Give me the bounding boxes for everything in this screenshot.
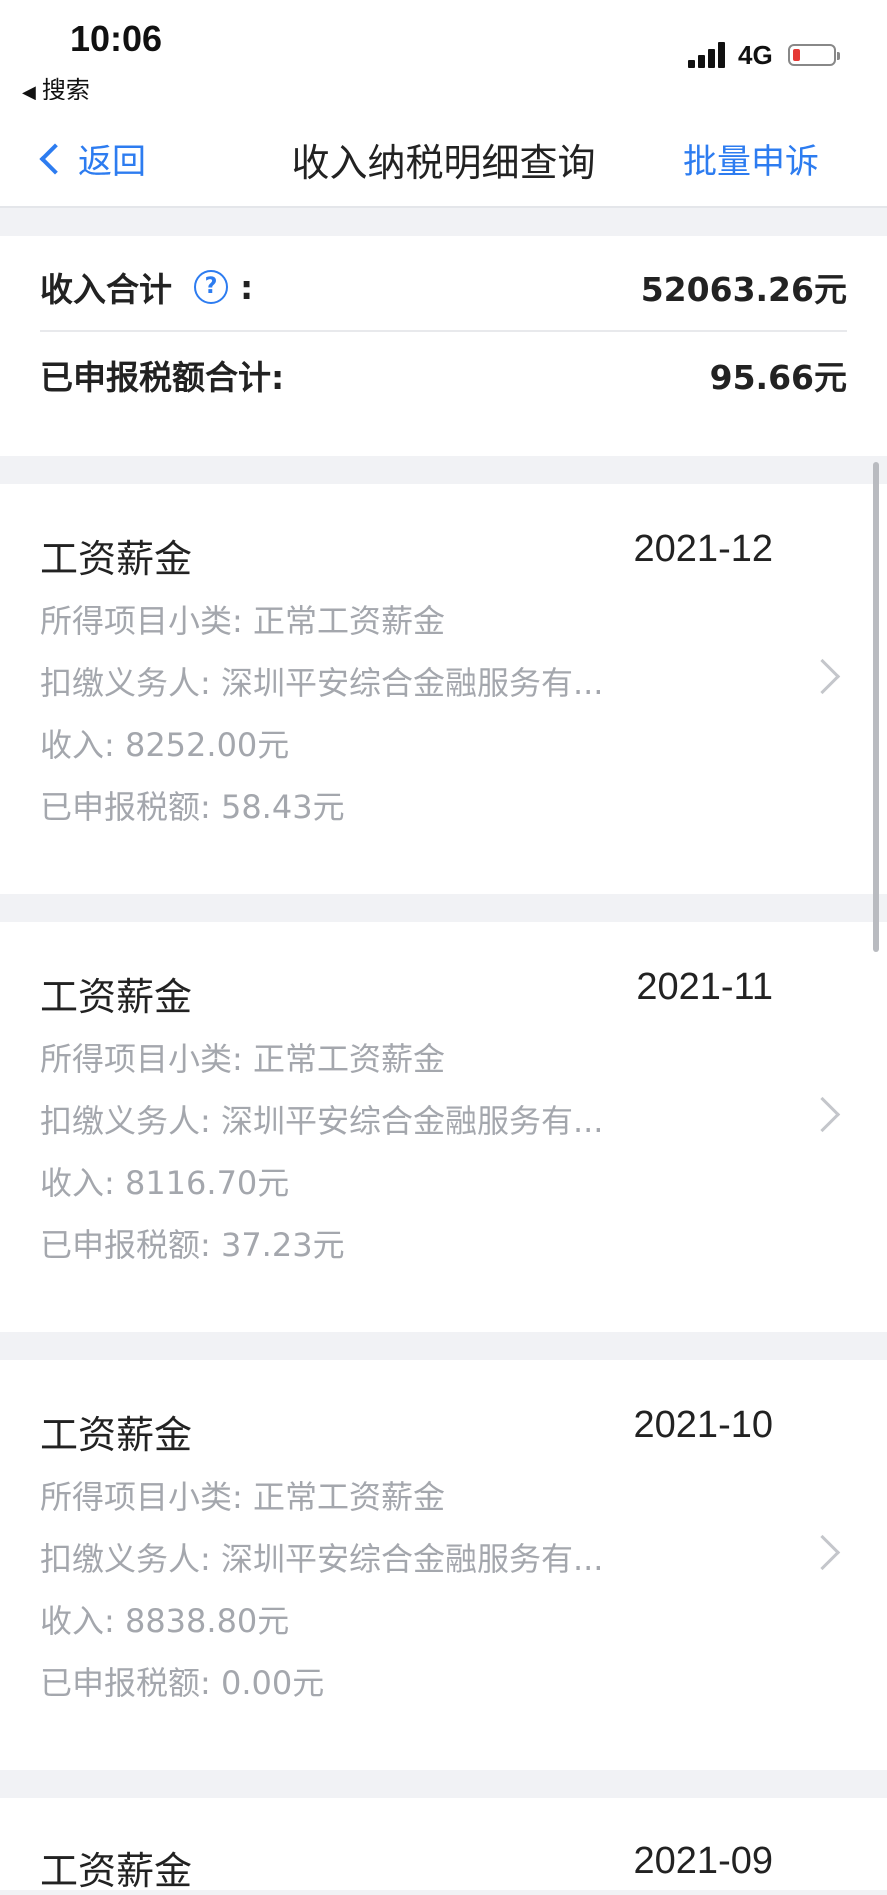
income-record[interactable]: 工资薪金 2021-09 <box>0 1798 887 1893</box>
tax-total-row: 已申报税额合计: 95.66元 <box>40 332 847 418</box>
batch-appeal-button[interactable]: 批量申诉 <box>683 134 819 183</box>
income-total-label: 收入合计 <box>40 270 172 309</box>
income-total-colon: : <box>240 267 254 307</box>
record-subcategory: 所得项目小类: 正常工资薪金 <box>40 602 445 640</box>
record-type: 工资薪金 <box>40 975 193 1019</box>
record-income: 收入: 8838.80元 <box>40 1602 290 1640</box>
record-type: 工资薪金 <box>40 537 193 581</box>
battery-icon <box>788 44 840 66</box>
record-withholder: 扣缴义务人: 深圳平安综合金融服务有... <box>40 664 604 702</box>
income-total-row: 收入合计 ? : 52063.26元 <box>40 244 847 332</box>
scrollbar[interactable] <box>873 462 879 952</box>
record-type: 工资薪金 <box>40 1849 193 1893</box>
record-subcategory: 所得项目小类: 正常工资薪金 <box>40 1040 445 1078</box>
chevron-right-icon <box>804 1534 841 1571</box>
chevron-right-icon <box>804 1096 841 1133</box>
record-date: 2021-12 <box>633 528 773 570</box>
income-total-value: 52063.26元 <box>640 270 847 309</box>
summary-card: 收入合计 ? : 52063.26元 已申报税额合计: 95.66元 <box>0 236 887 456</box>
record-date: 2021-11 <box>636 966 773 1008</box>
help-icon[interactable]: ? <box>194 270 228 304</box>
record-withholder: 扣缴义务人: 深圳平安综合金融服务有... <box>40 1102 604 1140</box>
nav-bar: 返回 收入纳税明细查询 批量申诉 <box>0 100 887 208</box>
income-record[interactable]: 工资薪金 2021-10 所得项目小类: 正常工资薪金 扣缴义务人: 深圳平安综… <box>0 1360 887 1770</box>
chevron-right-icon <box>804 658 841 695</box>
tax-total-value: 95.66元 <box>709 358 847 397</box>
record-tax: 已申报税额: 58.43元 <box>40 788 345 826</box>
income-record[interactable]: 工资薪金 2021-11 所得项目小类: 正常工资薪金 扣缴义务人: 深圳平安综… <box>0 922 887 1332</box>
record-date: 2021-09 <box>633 1840 773 1882</box>
record-tax: 已申报税额: 37.23元 <box>40 1226 345 1264</box>
network-type: 4G <box>738 40 773 70</box>
signal-strength-icon <box>688 42 728 68</box>
income-record[interactable]: 工资薪金 2021-12 所得项目小类: 正常工资薪金 扣缴义务人: 深圳平安综… <box>0 484 887 894</box>
record-date: 2021-10 <box>633 1404 773 1446</box>
status-time: 10:06 <box>70 18 163 59</box>
tax-total-label: 已申报税额合计: <box>40 358 285 397</box>
record-withholder: 扣缴义务人: 深圳平安综合金融服务有... <box>40 1540 604 1578</box>
record-income: 收入: 8252.00元 <box>40 726 290 764</box>
record-subcategory: 所得项目小类: 正常工资薪金 <box>40 1478 445 1516</box>
status-bar: 10:06 ◀ 搜索 4G <box>0 0 887 104</box>
record-type: 工资薪金 <box>40 1413 193 1457</box>
record-income: 收入: 8116.70元 <box>40 1164 290 1202</box>
record-tax: 已申报税额: 0.00元 <box>40 1664 325 1702</box>
